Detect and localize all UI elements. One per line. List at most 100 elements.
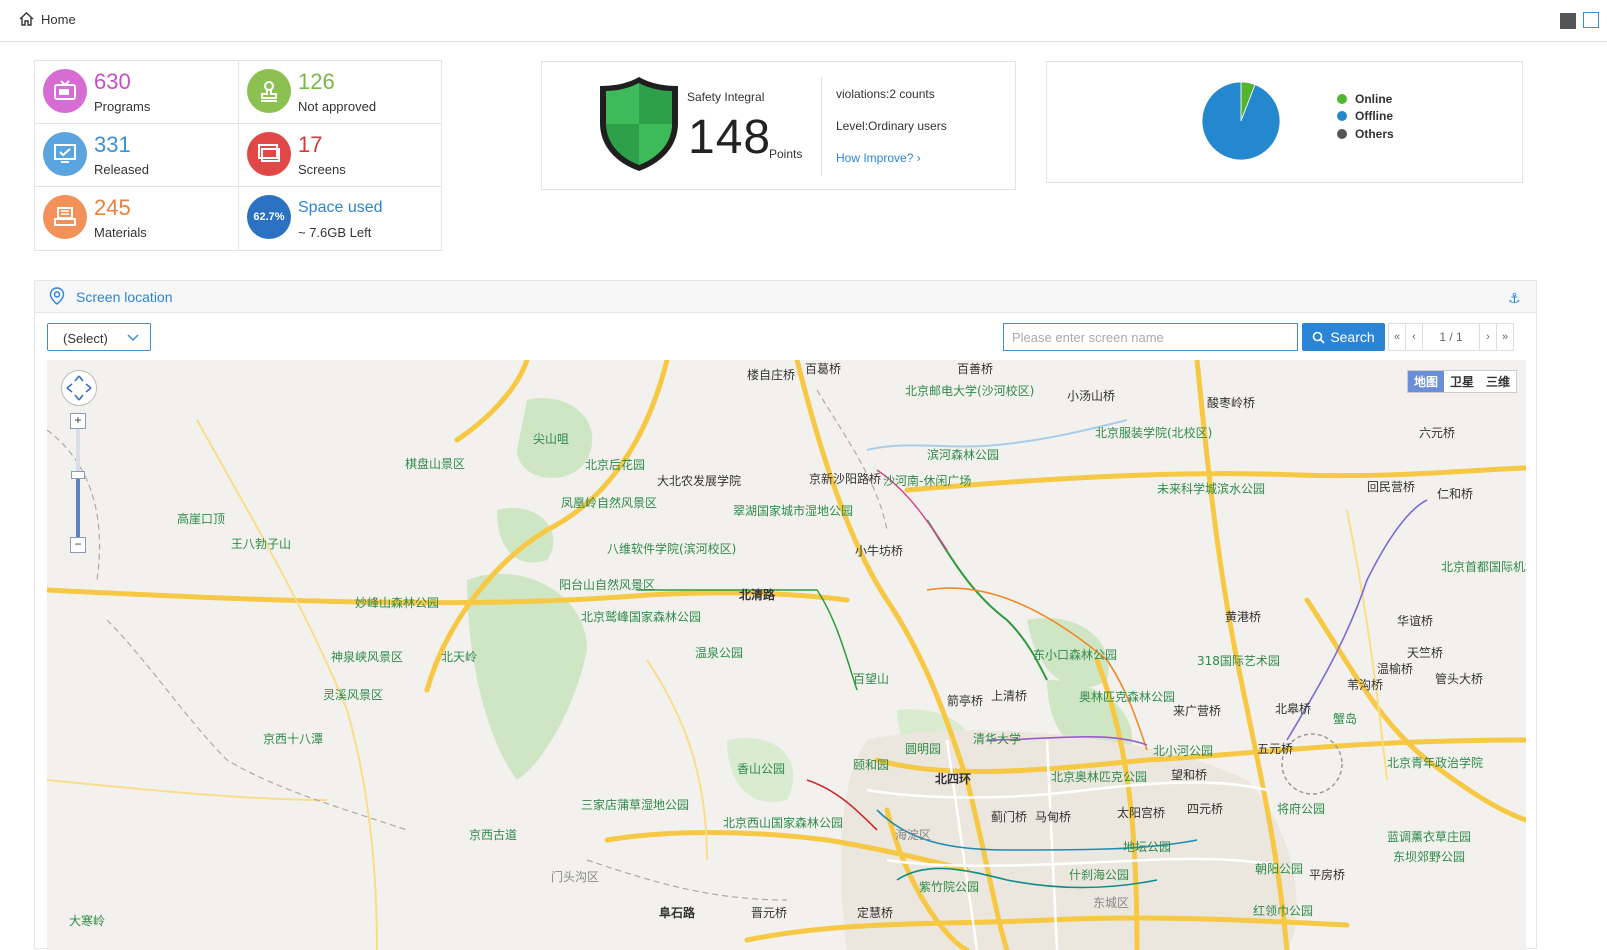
screen-search-input[interactable] [1003,323,1298,351]
panel-title: Screen location [76,289,173,305]
tv-icon [43,69,87,113]
stat-materials[interactable]: 245 Materials [35,187,239,250]
map-label: 蓝调薰衣草庄园 [1387,830,1472,844]
map-label: 马甸桥 [1035,810,1072,824]
search-button[interactable]: Search [1302,323,1385,351]
safety-title: Safety Integral [687,90,765,104]
legend-others: Others [1337,125,1394,143]
home-icon [19,12,34,26]
stat-value: Space used [298,199,383,216]
map-label: 紫竹院公园 [919,880,980,894]
map-type-switch: 地图 卫星 三维 [1406,370,1517,393]
safety-unit: Points [769,147,803,161]
location-pin-icon [49,287,65,305]
map-label: 回民营桥 [1367,480,1416,494]
map-label: 北京服装学院(北校区) [1095,426,1213,440]
map-type-map[interactable]: 地图 [1407,371,1444,392]
storage-gauge: 62.7% [247,195,291,239]
map-label: 王八勃子山 [231,537,292,551]
map-label: 318国际艺术园 [1197,654,1280,668]
map-type-3d[interactable]: 三维 [1480,371,1516,392]
map-label: 定慧桥 [857,906,894,920]
next-page-button[interactable]: › [1479,323,1497,351]
map-label: 天竺桥 [1407,646,1444,660]
map-label: 北京邮电大学(沙河校区) [905,384,1035,398]
violations-count: violations:2 counts [836,87,935,101]
map-label: 上清桥 [991,689,1028,703]
map-pan-control[interactable] [61,370,97,406]
map-label: 神泉峡风景区 [331,650,404,664]
stat-value: 17 [298,132,323,157]
page-indicator: 1 / 1 [1422,323,1480,351]
map-type-satellite[interactable]: 卫星 [1444,371,1480,392]
map-label: 颐和园 [853,758,890,772]
stat-programs[interactable]: 630 Programs [35,61,239,124]
map-label: 百葛桥 [805,362,842,376]
map-label: 朝阳公园 [1255,862,1304,876]
stat-label: Released [94,162,149,177]
map-label: 北京青年政治学院 [1387,756,1484,770]
zoom-out-button[interactable]: − [70,537,86,553]
map-label: 奥林匹克森林公园 [1079,690,1176,704]
zoom-in-button[interactable]: + [70,413,86,429]
map-label: 将府公园 [1277,802,1326,816]
map-label: 棋盘山景区 [405,457,466,471]
zoom-slider-handle[interactable] [71,471,85,479]
map-label: 翠湖国家城市湿地公园 [733,504,854,518]
map-label: 望和桥 [1171,768,1208,782]
how-improve-link[interactable]: How Improve? › [836,151,921,165]
layout-dark-icon[interactable] [1560,13,1576,29]
map-view[interactable]: 楼自庄桥 百葛桥 百善桥 北京邮电大学(沙河校区) 小汤山桥 酸枣岭桥 北京服装… [47,360,1526,950]
map-label: 北京奥林匹克公园 [1051,770,1148,784]
map-label: 滨河森林公园 [927,448,1000,462]
map-label: 管头大桥 [1435,672,1484,686]
map-label: 东小口森林公园 [1033,648,1118,662]
chevron-right-icon: › [916,151,921,165]
stamp-icon [247,69,291,113]
stat-label: Materials [94,225,147,240]
chevron-down-icon [127,334,139,342]
map-label: 五元桥 [1257,742,1294,756]
group-select[interactable]: (Select) [47,323,151,351]
last-page-button[interactable]: » [1496,323,1514,351]
stat-released[interactable]: 331 Released [35,124,239,187]
map-label: 凤凰岭自然风景区 [561,496,658,510]
map-label: 灵溪风景区 [323,688,384,702]
map-label: 蓟门桥 [991,810,1028,824]
map-label: 东城区 [1093,896,1130,910]
prev-page-button[interactable]: ‹ [1405,323,1423,351]
map-label: 北京鹫峰国家森林公园 [581,610,702,624]
materials-icon [43,195,87,239]
stat-value: 126 [298,69,335,94]
layout-light-icon[interactable] [1583,12,1599,28]
map-label: 北皋桥 [1275,702,1312,716]
screen-location-panel: Screen location ⚓ (Select) Search « ‹ 1 … [34,280,1537,950]
map-label: 清华大学 [973,732,1022,746]
map-label: 六元桥 [1419,426,1456,440]
anchor-icon[interactable]: ⚓ [1508,290,1521,307]
home-breadcrumb[interactable]: Home [18,11,76,27]
map-label: 百善桥 [957,362,994,376]
map-label: 什刹海公园 [1069,868,1130,882]
map-label: 未来科学城滨水公园 [1157,482,1266,496]
map-label: 东坝郊野公园 [1393,850,1466,864]
map-label: 阜石路 [659,906,696,920]
map-label: 红领巾公园 [1253,904,1314,918]
panel-header: Screen location ⚓ [35,281,1536,313]
map-label: 四元桥 [1187,802,1224,816]
stat-screens[interactable]: 17 Screens [239,124,443,187]
map-label: 温泉公园 [695,646,744,660]
map-label: 北小河公园 [1153,744,1214,758]
stat-label: Programs [94,99,151,114]
map-label: 门头沟区 [551,870,600,884]
map-label: 大寒岭 [69,914,106,928]
map-label: 海淀区 [895,828,932,842]
stat-label: Not approved [298,99,377,114]
map-label: 华谊桥 [1397,614,1434,628]
map-label: 沙河南-休闲广场 [883,474,972,488]
safety-score: 148 [688,111,772,164]
stat-label: ~ 7.6GB Left [298,225,372,240]
stat-not-approved[interactable]: 126 Not approved [239,61,443,124]
stat-space-used[interactable]: 62.7% Space used ~ 7.6GB Left [239,187,443,250]
first-page-button[interactable]: « [1388,323,1406,351]
